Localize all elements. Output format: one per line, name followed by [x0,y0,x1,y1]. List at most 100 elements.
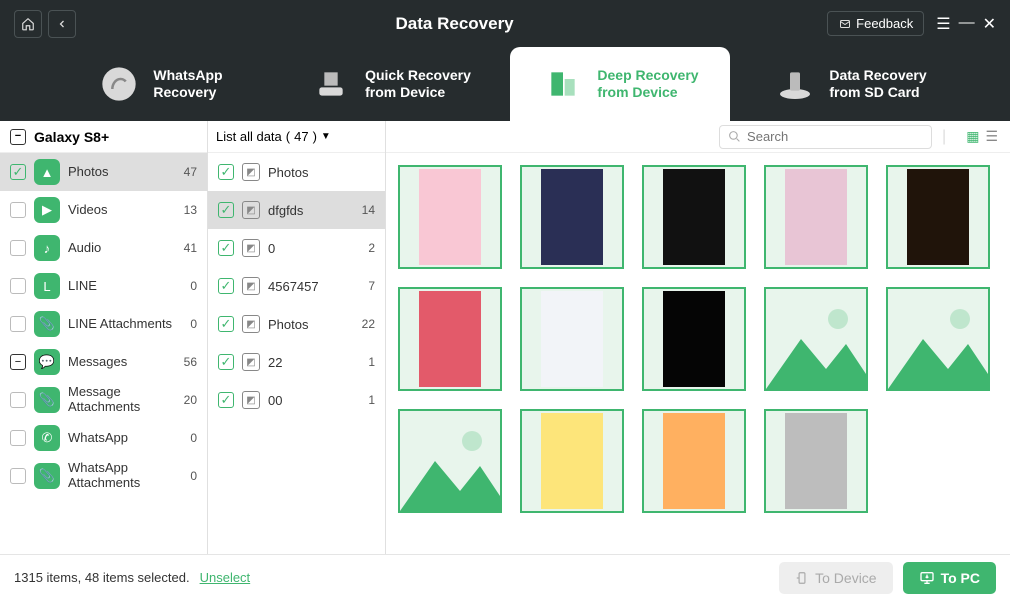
folder-label: dfgfds [268,203,354,218]
thumbnail[interactable] [520,409,624,513]
home-button[interactable] [14,10,42,38]
collapse-toggle[interactable]: − [10,354,26,370]
picture-icon: ◩ [242,353,260,371]
device-name: Galaxy S8+ [34,129,109,145]
search-field[interactable] [747,129,923,144]
menu-icon[interactable]: ☰ [936,14,950,34]
picture-icon: ◩ [242,239,260,257]
unselect-link[interactable]: Unselect [200,570,251,585]
status-text: 1315 items, 48 items selected. [14,570,190,585]
category-item[interactable]: ✆WhatsApp0 [0,419,207,457]
main-panel: | ▦ ☰ [386,121,1010,554]
to-pc-button[interactable]: To PC [903,562,996,594]
folder-item[interactable]: ✓◩Photos22 [208,305,385,343]
category-item[interactable]: 📎LINE Attachments0 [0,305,207,343]
checkbox[interactable] [10,392,26,408]
picture-icon: ◩ [242,277,260,295]
tab-icon [541,62,585,106]
thumbnail[interactable] [642,287,746,391]
thumbnail[interactable] [764,287,868,391]
tab-icon [97,62,141,106]
app-header: Data Recovery Feedback ☰ — ✕ WhatsAppRec… [0,0,1010,121]
thumbnail[interactable] [398,165,502,269]
thumbnail[interactable] [886,287,990,391]
thumbnail-grid [386,153,1010,554]
category-item[interactable]: 📎Message Attachments20 [0,381,207,419]
app-title: Data Recovery [82,14,827,34]
grid-view-icon[interactable]: ▦ [966,128,979,145]
folder-count: 2 [368,241,375,255]
thumbnail[interactable] [642,409,746,513]
list-view-icon[interactable]: ☰ [985,128,998,145]
checkbox[interactable]: ✓ [10,164,26,180]
tab-whatsapp[interactable]: WhatsAppRecovery [50,47,270,121]
footer-bar: 1315 items, 48 items selected. Unselect … [0,554,1010,600]
category-count: 0 [190,469,197,483]
checkbox[interactable]: ✓ [218,202,234,218]
checkbox[interactable]: ✓ [218,392,234,408]
folder-item[interactable]: ✓ ◩ 02 [208,229,385,267]
tab-quick-recovery[interactable]: Quick Recoveryfrom Device [280,47,500,121]
close-button[interactable]: ✕ [983,14,996,34]
folder-item[interactable]: ✓◩221 [208,343,385,381]
folder-item[interactable]: ✓◩001 [208,381,385,419]
checkbox[interactable] [10,316,26,332]
category-item[interactable]: ▶Videos13 [0,191,207,229]
search-input[interactable] [719,125,932,149]
category-label: Message Attachments [68,385,176,415]
thumbnail[interactable] [398,287,502,391]
folder-label: Photos [268,165,367,180]
thumbnail[interactable] [642,165,746,269]
feedback-button[interactable]: Feedback [827,11,924,36]
tab-data-recovery[interactable]: Data Recoveryfrom SD Card [740,47,960,121]
category-item[interactable]: −💬Messages56 [0,343,207,381]
thumbnail[interactable] [886,165,990,269]
folder-label: 4567457 [268,279,360,294]
folder-count: 7 [368,279,375,293]
device-header[interactable]: − Galaxy S8+ [0,121,207,153]
folder-count: 1 [368,393,375,407]
tab-deep-recovery[interactable]: Deep Recoveryfrom Device [510,47,730,121]
folder-label: 0 [268,241,360,256]
category-item[interactable]: ✓▲Photos47 [0,153,207,191]
chevron-down-icon: ▼ [321,131,331,142]
thumbnail[interactable] [520,165,624,269]
category-item[interactable]: LLINE0 [0,267,207,305]
minimize-button[interactable]: — [959,14,975,34]
category-count: 41 [184,241,197,255]
category-label: WhatsApp [68,431,182,446]
category-icon: 📎 [34,463,60,489]
category-icon: 📎 [34,311,60,337]
category-item[interactable]: 📎WhatsApp Attachments0 [0,457,207,495]
checkbox[interactable] [10,278,26,294]
checkbox[interactable] [10,240,26,256]
filter-dropdown[interactable]: List all data (47) ▼ [208,121,385,153]
tab-bar: WhatsAppRecoveryQuick Recoveryfrom Devic… [0,47,1010,121]
checkbox[interactable]: ✓ [218,316,234,332]
checkbox[interactable]: ✓ [218,240,234,256]
collapse-toggle[interactable]: − [10,129,26,145]
checkbox[interactable]: ✓ [218,354,234,370]
category-icon: 📎 [34,387,60,413]
checkbox[interactable]: ✓ [218,164,234,180]
thumbnail[interactable] [764,165,868,269]
checkbox[interactable] [10,202,26,218]
folder-item[interactable]: ✓◩dfgfds14 [208,191,385,229]
to-device-button[interactable]: To Device [779,562,892,594]
folder-item[interactable]: ✓ ◩ 4567457 7 [208,267,385,305]
checkbox[interactable] [10,430,26,446]
back-button[interactable] [48,10,76,38]
category-count: 0 [190,431,197,445]
thumbnail[interactable] [520,287,624,391]
checkbox[interactable]: ✓ [218,278,234,294]
picture-icon: ◩ [242,315,260,333]
category-item[interactable]: ♪Audio41 [0,229,207,267]
picture-icon: ◩ [242,391,260,409]
thumbnail[interactable] [764,409,868,513]
folder-item[interactable]: ✓◩Photos [208,153,385,191]
category-count: 56 [184,355,197,369]
category-icon: L [34,273,60,299]
checkbox[interactable] [10,468,26,484]
thumbnail[interactable] [398,409,502,513]
tab-icon [773,62,817,106]
